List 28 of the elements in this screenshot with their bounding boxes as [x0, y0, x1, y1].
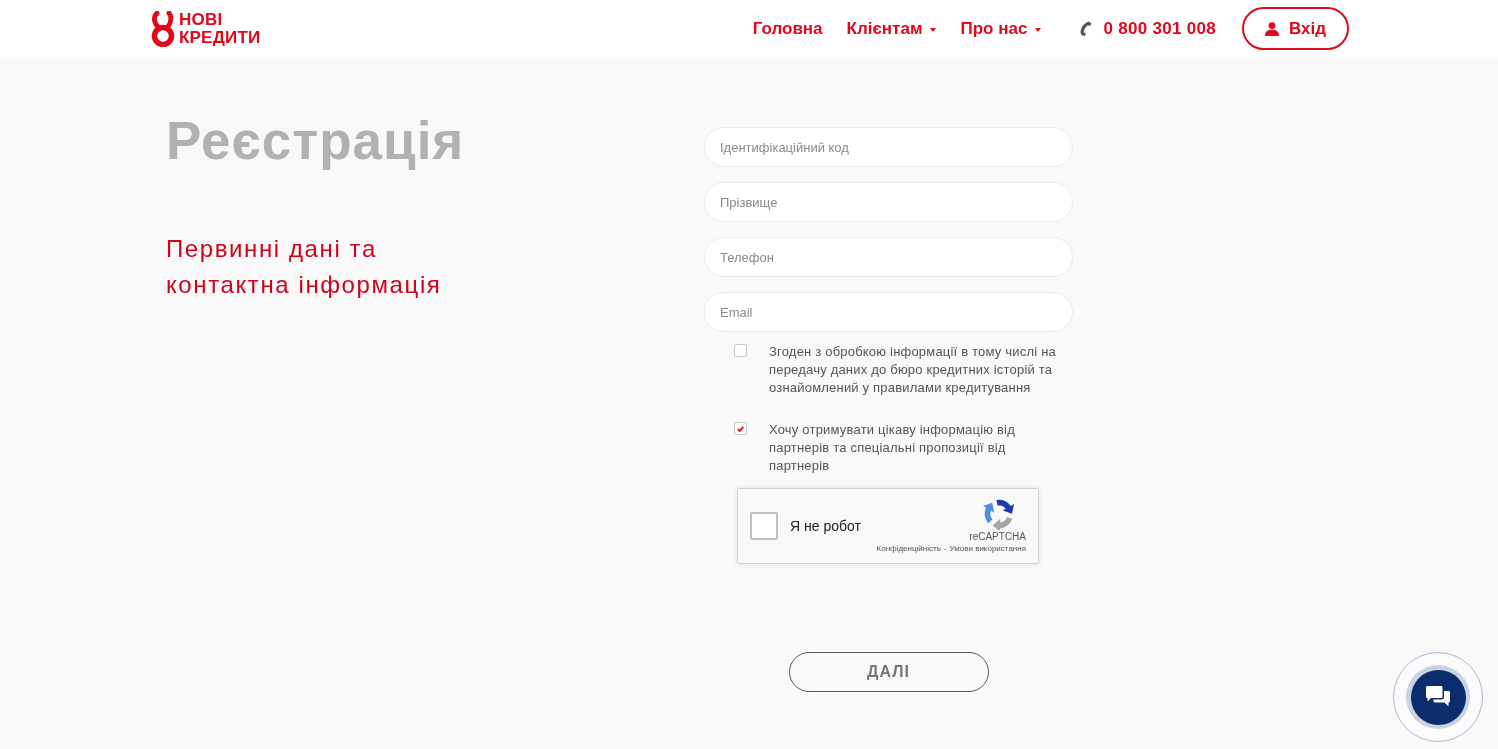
phone-link[interactable]: 0 800 301 008 — [1103, 15, 1216, 42]
page-title: Реєстрація — [166, 110, 465, 172]
captcha-brand: reCAPTCHA — [969, 531, 1026, 543]
terms-link[interactable]: Умови використання — [949, 544, 1026, 554]
separator-text: - — [943, 544, 947, 554]
captcha-label: Я не робот — [790, 516, 861, 536]
privacy-link[interactable]: Конфіденційність — [876, 544, 941, 554]
circular-arrows-icon — [983, 498, 1015, 530]
input-field[interactable]: Email — [704, 292, 1073, 332]
section-subtitle: Первинні дані та контактна інформація — [166, 234, 443, 300]
input-field[interactable]: Телефон — [704, 237, 1073, 277]
tick-icon — [737, 425, 744, 432]
chat-icon — [1426, 686, 1450, 708]
brand-name[interactable]: НОВІ КРЕДИТИ — [179, 10, 261, 47]
logo-icon[interactable] — [150, 10, 176, 47]
input-field[interactable]: Ідентифікаційний код — [704, 127, 1073, 167]
user-icon — [1265, 21, 1279, 36]
phone-icon — [1079, 21, 1093, 36]
checkbox[interactable] — [734, 422, 747, 435]
captcha-checkbox[interactable] — [750, 512, 778, 540]
nav-link[interactable]: Про нас — [960, 15, 1042, 42]
input-field[interactable]: Прізвище — [704, 182, 1073, 222]
consent-text: Згоден з обробкою інформації в тому числі на передачу даних до бюро кредитних історій та ознайомлений у правилами кредитування — [769, 343, 1057, 397]
login-button[interactable]: Вхід — [1242, 7, 1349, 50]
nav-link[interactable]: Клієнтам — [846, 15, 937, 42]
consent-text: Хочу отримувати цікаву інформацію від партнерів та спеціальні пропозиції від партнерів — [769, 421, 1016, 475]
nav-link[interactable]: Головна — [752, 15, 823, 42]
checkbox[interactable] — [734, 344, 747, 357]
